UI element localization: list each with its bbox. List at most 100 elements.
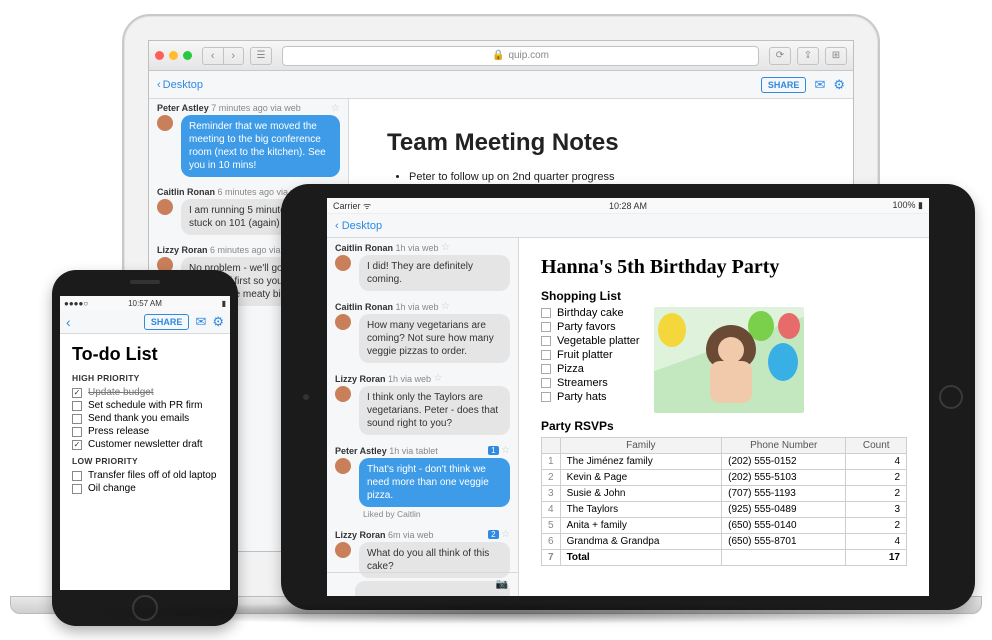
item-label: Send thank you emails (88, 413, 189, 424)
table-total-row: 7Total17 (542, 550, 907, 566)
checkbox[interactable]: ✓ (72, 388, 82, 398)
doc-title: Hanna's 5th Birthday Party (541, 256, 907, 279)
back-button[interactable]: ‹ Desktop (335, 220, 382, 232)
star-icon[interactable]: ☆ (434, 373, 443, 384)
document-area[interactable]: To-do List HIGH PRIORITY✓Update budgetSe… (60, 334, 230, 506)
table-row[interactable]: 1The Jiménez family(202) 555-01524 (542, 454, 907, 470)
checkbox[interactable] (72, 401, 82, 411)
chat-message[interactable]: Lizzy Roran 1h via web ☆I think only the… (327, 369, 518, 441)
checklist-item[interactable]: Party hats (541, 391, 640, 403)
chat-icon[interactable]: ✉ (814, 77, 825, 93)
chat-icon[interactable]: ✉ (195, 314, 206, 330)
table-header-cell[interactable]: Phone Number (722, 438, 846, 454)
checkbox[interactable] (541, 378, 551, 388)
star-icon[interactable]: ☆ (441, 242, 450, 253)
checklist-item[interactable]: ✓Update budget (72, 387, 218, 398)
checklist-item[interactable]: Party favors (541, 321, 640, 333)
item-label: Party hats (557, 391, 607, 403)
status-time: 10:57 AM (60, 299, 230, 308)
checklist-item[interactable]: ✓ Customer newsletter draft (72, 439, 218, 450)
chat-message[interactable]: Peter Astley 7 minutes ago via web ☆Remi… (149, 99, 348, 183)
avatar (335, 314, 351, 330)
avatar (335, 542, 351, 558)
checklist-item[interactable]: Pizza (541, 363, 640, 375)
checkbox[interactable] (541, 336, 551, 346)
star-icon[interactable]: ☆ (501, 445, 510, 456)
checkbox[interactable] (72, 484, 82, 494)
share-button[interactable]: SHARE (144, 314, 190, 330)
table-row[interactable]: 2Kevin & Page(202) 555-51032 (542, 470, 907, 486)
checklist-item[interactable]: Fruit platter (541, 349, 640, 361)
tablet-status-bar: Carrier ᯤ 10:28 AM 100% ▮ (327, 198, 929, 214)
checklist-item[interactable]: Vegetable platter (541, 335, 640, 347)
browser-toolbar: ‹ › ☰ 🔒 quip.com ⟳ ⇪ ⊞ (149, 41, 853, 71)
chat-message[interactable]: Caitlin Ronan 1h via web ☆How many veget… (327, 297, 518, 369)
checklist-item[interactable]: Set schedule with PR firm (72, 400, 218, 411)
table-header-cell[interactable]: Count (846, 438, 907, 454)
item-label: Transfer files off of old laptop (88, 470, 216, 481)
checklist-item[interactable]: Streamers (541, 377, 640, 389)
lock-icon: 🔒 (492, 50, 504, 61)
share-button[interactable]: SHARE (761, 77, 807, 93)
back-button[interactable]: ‹ Desktop (157, 79, 203, 91)
checklist-item[interactable]: Press release (72, 426, 218, 437)
table-header-cell[interactable] (542, 438, 561, 454)
document-area[interactable]: Hanna's 5th Birthday Party Shopping List… (519, 238, 929, 596)
star-icon[interactable]: ☆ (331, 103, 340, 114)
phone-status-bar: ●●●●○ 10:57 AM ▮ (60, 296, 230, 310)
item-label: Streamers (557, 377, 608, 389)
reload-icon[interactable]: ⟳ (769, 47, 791, 65)
item-label: Set schedule with PR firm (88, 400, 203, 411)
back-button[interactable]: ‹ (66, 314, 71, 330)
camera-icon[interactable]: 📷 (496, 579, 508, 590)
party-photo (654, 307, 804, 413)
table-header-cell[interactable]: Family (560, 438, 722, 454)
tablet-home-button[interactable] (939, 385, 963, 409)
nav-back-icon[interactable]: ‹ (203, 48, 224, 64)
checkbox[interactable] (541, 364, 551, 374)
address-bar[interactable]: 🔒 quip.com (282, 46, 759, 66)
tablet-app-header: ‹ Desktop (327, 214, 929, 238)
window-traffic-lights[interactable] (155, 51, 192, 60)
table-row[interactable]: 6Grandma & Grandpa(650) 555-87014 (542, 534, 907, 550)
checkbox[interactable] (541, 322, 551, 332)
nav-forward-icon[interactable]: › (224, 48, 244, 64)
table-row[interactable]: 5Anita + family(650) 555-01402 (542, 518, 907, 534)
checkbox[interactable] (541, 350, 551, 360)
section-heading: HIGH PRIORITY (72, 373, 218, 383)
checkbox[interactable] (541, 308, 551, 318)
star-icon[interactable]: ☆ (501, 529, 510, 540)
star-icon[interactable]: ☆ (441, 301, 450, 312)
message-bubble: Reminder that we moved the meeting to th… (181, 115, 340, 177)
shopping-list: Birthday cake Party favors Vegetable platt… (541, 307, 640, 413)
item-label: Customer newsletter draft (88, 439, 203, 450)
tabs-icon[interactable]: ⊞ (825, 47, 847, 65)
rsvp-table[interactable]: FamilyPhone NumberCount 1The Jiménez fam… (541, 437, 907, 566)
chat-message[interactable]: Peter Astley 1h via tablet1 ☆That's righ… (327, 441, 518, 525)
app-header: ‹ Desktop SHARE ✉ ⚙ (149, 71, 853, 99)
item-label: Fruit platter (557, 349, 613, 361)
avatar (335, 386, 351, 402)
item-label: Pizza (557, 363, 584, 375)
checkbox[interactable] (72, 427, 82, 437)
checklist-item[interactable]: Birthday cake (541, 307, 640, 319)
sidebar-toggle-icon[interactable]: ☰ (250, 47, 272, 65)
checklist-item[interactable]: Transfer files off of old laptop (72, 470, 218, 481)
message-bubble: How many vegetarians are coming? Not sur… (359, 314, 510, 363)
checklist-item[interactable]: Send thank you emails (72, 413, 218, 424)
gear-icon[interactable]: ⚙ (212, 314, 224, 330)
chat-message[interactable]: Caitlin Ronan 1h via web ☆I did! They ar… (327, 238, 518, 297)
gear-icon[interactable]: ⚙ (833, 77, 845, 93)
browser-nav-back-forward[interactable]: ‹ › (202, 47, 244, 65)
checkbox[interactable] (541, 392, 551, 402)
checkbox[interactable] (72, 414, 82, 424)
table-row[interactable]: 4The Taylors(925) 555-04893 (542, 502, 907, 518)
checkbox[interactable]: ✓ (72, 440, 82, 450)
item-label: Press release (88, 426, 149, 437)
tablet-device: Carrier ᯤ 10:28 AM 100% ▮ ‹ Desktop Cait… (281, 184, 975, 610)
table-row[interactable]: 3Susie & John(707) 555-11932 (542, 486, 907, 502)
message-bubble: I think only the Taylors are vegetarians… (359, 386, 510, 435)
checkbox[interactable] (72, 471, 82, 481)
checklist-item[interactable]: Oil change (72, 483, 218, 494)
share-sheet-icon[interactable]: ⇪ (797, 47, 819, 65)
